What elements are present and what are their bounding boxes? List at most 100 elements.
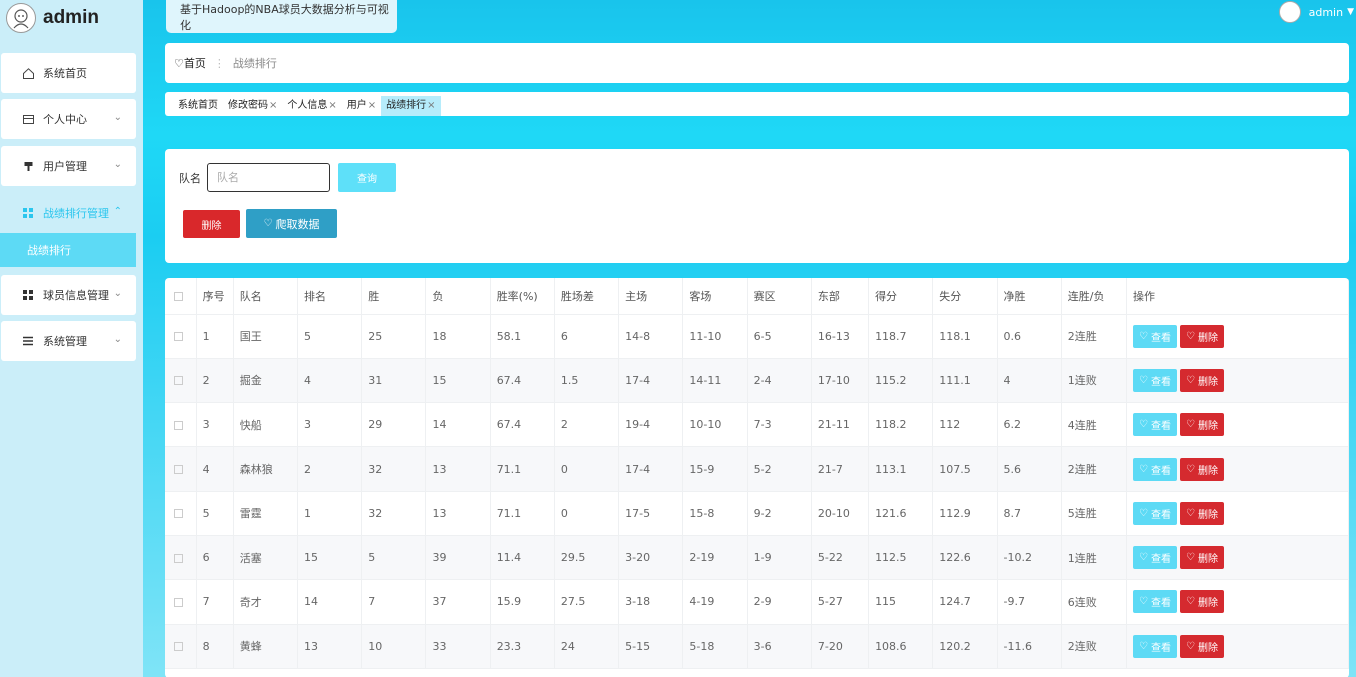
table-cell: -9.7	[997, 579, 1062, 625]
row-checkbox[interactable]	[165, 491, 197, 536]
view-button[interactable]: ♡ 查看	[1133, 590, 1177, 614]
chevron-down-icon: ⌄	[113, 288, 122, 299]
table-cell: 活塞	[233, 535, 298, 581]
table-cell: -10.2	[997, 535, 1062, 581]
close-icon[interactable]: ×	[368, 100, 376, 111]
delete-button[interactable]: ♡ 删除	[1180, 546, 1224, 570]
team-name-label: 队名	[179, 172, 201, 185]
user-menu[interactable]: admin ▼	[1278, 0, 1356, 24]
table-cell: 2	[554, 402, 620, 448]
close-icon[interactable]: ×	[328, 100, 336, 111]
tab-change-password[interactable]: 修改密码×	[223, 96, 282, 116]
view-button[interactable]: ♡ 查看	[1133, 324, 1177, 348]
table-cell: 108.6	[868, 624, 934, 669]
tab-home[interactable]: 系统首页	[173, 96, 223, 116]
table-cell: 0	[554, 446, 620, 492]
brand-avatar	[6, 3, 36, 33]
sidebar-item-users[interactable]: 用户管理 ⌄	[1, 146, 136, 186]
row-actions: ♡ 查看 ♡ 删除	[1126, 358, 1349, 404]
heart-icon: ♡	[1186, 596, 1195, 608]
tab-ranking[interactable]: 战绩排行×	[381, 96, 441, 116]
close-icon[interactable]: ×	[269, 100, 277, 111]
view-button[interactable]: ♡ 查看	[1133, 634, 1177, 658]
sidebar-item-label: 系统管理	[43, 335, 87, 348]
view-label: 查看	[1150, 332, 1171, 344]
view-button[interactable]: ♡ 查看	[1133, 546, 1177, 570]
heart-icon: ♡	[1186, 374, 1195, 386]
sidebar-item-ranking[interactable]: 战绩排行管理 ⌃	[1, 193, 136, 233]
chevron-down-icon: ⌄	[113, 112, 122, 123]
crawl-data-button[interactable]: ♡ 爬取数据	[246, 209, 337, 238]
row-checkbox[interactable]	[165, 535, 197, 581]
brand: admin	[0, 0, 143, 36]
delete-button[interactable]: ♡ 删除	[1180, 324, 1224, 348]
heart-icon: ♡	[1139, 507, 1148, 519]
table-cell: 16-13	[811, 314, 870, 359]
table-cell: 7-3	[747, 402, 812, 448]
delete-button[interactable]: ♡ 删除	[1180, 368, 1224, 392]
row-checkbox[interactable]	[165, 446, 197, 492]
column-header: 得分	[868, 278, 934, 315]
breadcrumb-home[interactable]: ♡首页	[174, 55, 206, 71]
view-button[interactable]: ♡ 查看	[1133, 368, 1177, 392]
tab-personal-info[interactable]: 个人信息×	[282, 96, 341, 116]
table-cell: 3-18	[618, 579, 684, 625]
view-button[interactable]: ♡ 查看	[1133, 413, 1177, 437]
table-cell: 0	[554, 491, 620, 536]
batch-delete-button[interactable]: 删除	[183, 210, 240, 238]
row-checkbox[interactable]	[165, 579, 197, 625]
sidebar-item-system[interactable]: 系统管理 ⌄	[1, 321, 136, 361]
table-cell: 0.6	[997, 314, 1062, 359]
delete-button[interactable]: ♡ 删除	[1180, 413, 1224, 437]
table-cell: 3-6	[747, 624, 812, 669]
delete-button[interactable]: ♡ 删除	[1180, 457, 1224, 481]
sidebar-item-profile[interactable]: 个人中心 ⌄	[1, 99, 136, 139]
view-button[interactable]: ♡ 查看	[1133, 501, 1177, 525]
table-cell: 1连胜	[1061, 535, 1128, 581]
select-all-checkbox[interactable]	[165, 278, 197, 315]
table-cell: 115.2	[868, 358, 934, 404]
row-checkbox[interactable]	[165, 402, 197, 448]
delete-button[interactable]: ♡ 删除	[1180, 590, 1224, 614]
delete-label: 删除	[1197, 465, 1218, 477]
row-actions: ♡ 查看 ♡ 删除	[1126, 314, 1349, 359]
query-button[interactable]: 查询	[338, 163, 396, 192]
table-cell: 18	[425, 314, 491, 359]
table-cell: 11.4	[490, 535, 555, 581]
table-cell: 15-8	[682, 491, 748, 536]
sidebar-item-home[interactable]: 系统首页	[1, 53, 136, 93]
table-row: 3 快船 3 29 14 67.4 2 19-4 10-10 7-3 21-11 118.2 112 6.…	[165, 402, 1349, 448]
row-checkbox[interactable]	[165, 624, 197, 669]
sidebar-item-label: 个人中心	[43, 113, 87, 126]
table-cell: 雷霆	[233, 491, 298, 536]
table-row: 8 黄蜂 13 10 33 23.3 24 5-15 5-18 3-6 7-20 108.6 120.2…	[165, 624, 1349, 669]
view-button[interactable]: ♡ 查看	[1133, 457, 1177, 481]
row-actions: ♡ 查看 ♡ 删除	[1126, 446, 1349, 492]
table-cell: 1	[196, 314, 234, 359]
table-cell: 15-9	[682, 446, 748, 492]
table-cell: 121.6	[868, 491, 934, 536]
table-cell: 17-4	[618, 358, 684, 404]
sidebar-item-players[interactable]: 球员信息管理 ⌄	[1, 275, 136, 315]
team-name-input[interactable]	[207, 163, 330, 192]
column-header: 失分	[932, 278, 998, 315]
table-cell: 37	[425, 579, 491, 625]
tab-users[interactable]: 用户×	[342, 96, 381, 116]
table-cell: 森林狼	[233, 446, 298, 492]
column-header: 队名	[233, 278, 298, 315]
row-checkbox[interactable]	[165, 358, 197, 404]
heart-icon: ♡	[1186, 507, 1195, 519]
app-title: 基于Hadoop的NBA球员大数据分析与可视化	[166, 0, 397, 33]
table-cell: 39	[425, 535, 491, 581]
row-checkbox[interactable]	[165, 314, 197, 359]
table-cell: 4连胜	[1061, 402, 1128, 448]
table-cell: 31	[361, 358, 427, 404]
breadcrumb-separator: ⋮	[213, 56, 225, 70]
close-icon[interactable]: ×	[427, 100, 435, 111]
delete-button[interactable]: ♡ 删除	[1180, 501, 1224, 525]
delete-button[interactable]: ♡ 删除	[1180, 634, 1224, 658]
table-cell: 14-8	[618, 314, 684, 359]
table-cell: 112.5	[868, 535, 934, 581]
sidebar-subitem-ranking[interactable]: 战绩排行	[0, 233, 136, 267]
table-cell: 黄蜂	[233, 624, 298, 669]
